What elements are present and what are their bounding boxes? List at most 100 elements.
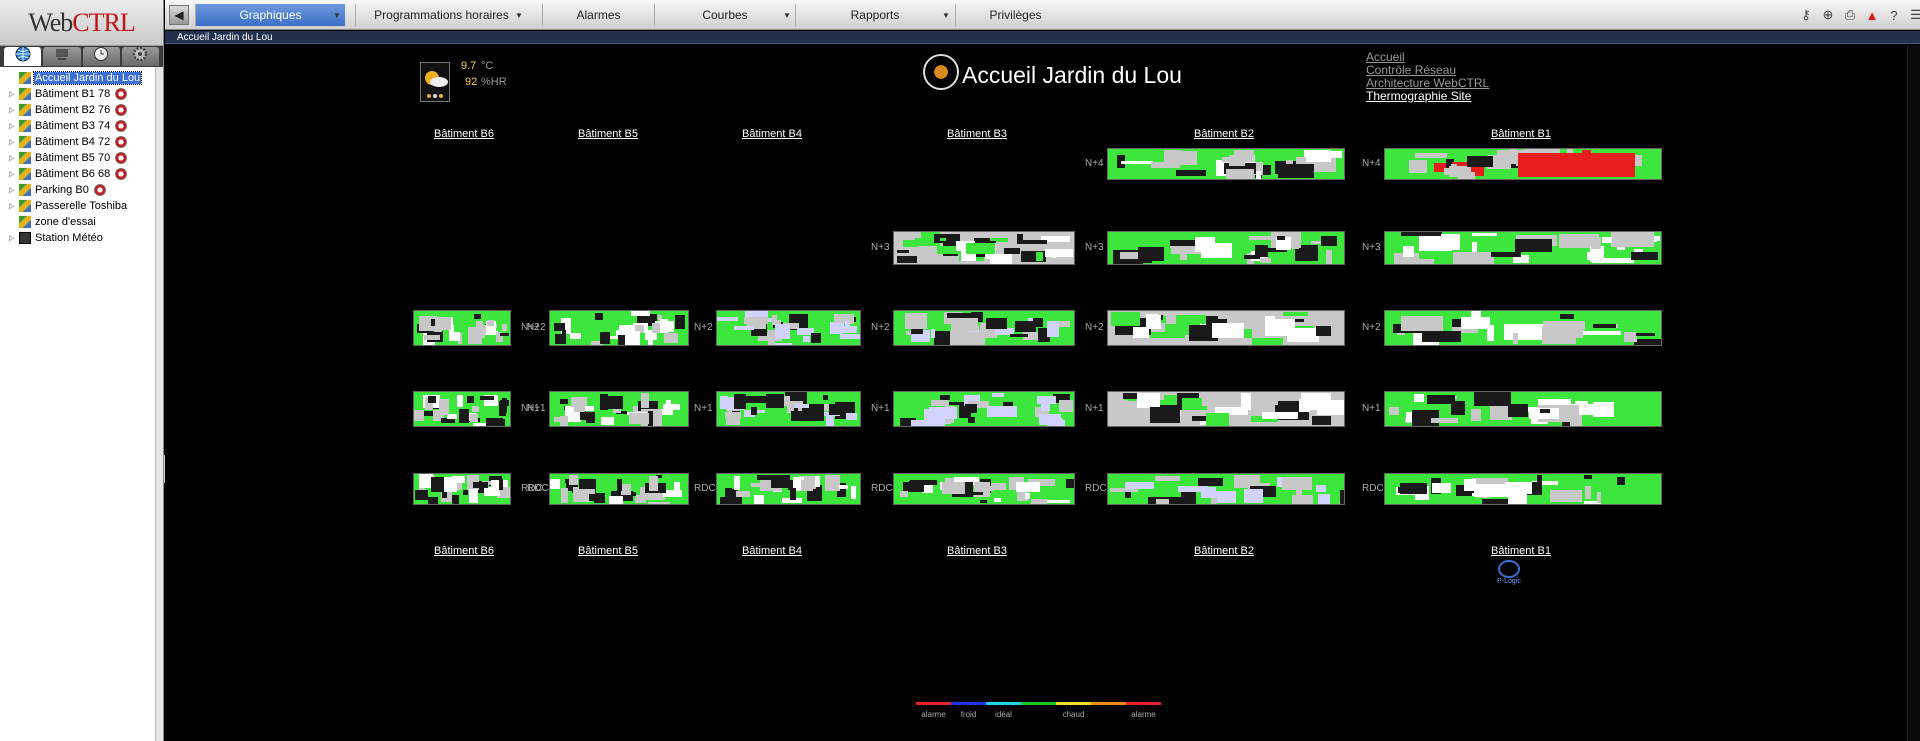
floor-level-label: N+1 bbox=[1362, 403, 1381, 414]
expand-triangle-icon[interactable]: ▷ bbox=[9, 202, 17, 210]
menu-graphiques[interactable]: Graphiques bbox=[195, 4, 345, 26]
link-architecture-webctrl[interactable]: Architecture WebCTRL bbox=[1366, 76, 1489, 90]
tree-node[interactable]: ▷ Parking B0 bbox=[0, 182, 154, 198]
menu-privil-ges[interactable]: Privilèges bbox=[955, 4, 1075, 26]
floor-plan-b1-np2[interactable] bbox=[1384, 310, 1662, 346]
floor-plan-b1-np4[interactable] bbox=[1384, 148, 1662, 180]
building-link-b-timent-b5[interactable]: Bâtiment B5 bbox=[578, 128, 638, 140]
floor-plan-b2-np4[interactable] bbox=[1107, 148, 1345, 180]
settings-wheel-icon[interactable]: ⊕ bbox=[1819, 6, 1837, 24]
menu-icon[interactable]: ☰ bbox=[1907, 6, 1920, 24]
building-link-b-timent-b1[interactable]: Bâtiment B1 bbox=[1491, 545, 1551, 557]
floor-plan-b6-np1[interactable] bbox=[413, 391, 511, 427]
main-scrollbar[interactable] bbox=[1907, 45, 1920, 741]
building-link-b-timent-b4[interactable]: Bâtiment B4 bbox=[742, 128, 802, 140]
menu-programmations-horaires[interactable]: Programmations horaires bbox=[355, 4, 527, 26]
tree-node[interactable]: ▷ Bâtiment B3 74 bbox=[0, 118, 154, 134]
floor-plan-b3-rdc[interactable] bbox=[893, 473, 1075, 505]
floor-level-label: N+3 bbox=[1362, 242, 1381, 253]
floor-plan-b5-np1[interactable] bbox=[549, 391, 689, 427]
building-link-b-timent-b1[interactable]: Bâtiment B1 bbox=[1491, 128, 1551, 140]
tree-node[interactable]: ▷ Station Météo bbox=[0, 230, 154, 246]
site-icon bbox=[19, 72, 31, 84]
vendor-logo: P-Logic bbox=[1496, 560, 1522, 590]
floor-plan-b1-rdc[interactable] bbox=[1384, 473, 1662, 505]
legend-bar-3 bbox=[1021, 702, 1056, 705]
floor-plan-b1-np3[interactable] bbox=[1384, 231, 1662, 265]
geographic-tab[interactable] bbox=[4, 46, 42, 66]
menu-alarmes[interactable]: Alarmes bbox=[542, 4, 654, 26]
building-icon bbox=[19, 136, 31, 148]
network-tab[interactable] bbox=[43, 47, 81, 66]
floor-plan-b2-np1[interactable] bbox=[1107, 391, 1345, 427]
expand-triangle-icon[interactable]: ▷ bbox=[9, 170, 17, 178]
key-icon[interactable]: ⚷ bbox=[1797, 6, 1815, 24]
floor-plan-b3-np1[interactable] bbox=[893, 391, 1075, 427]
expand-triangle-icon[interactable]: ▷ bbox=[9, 186, 17, 194]
tree-node[interactable]: ▷ Bâtiment B6 68 bbox=[0, 166, 154, 182]
floor-plan-b4-np2[interactable] bbox=[716, 310, 861, 346]
building-icon bbox=[19, 104, 31, 116]
tree-node[interactable]: zone d'essai bbox=[0, 214, 154, 230]
legend-label: froid bbox=[960, 710, 977, 719]
floor-plan-b4-rdc[interactable] bbox=[716, 473, 861, 505]
building-link-b-timent-b6[interactable]: Bâtiment B6 bbox=[434, 128, 494, 140]
tree-node[interactable]: ▷ Bâtiment B1 78 bbox=[0, 86, 154, 102]
building-link-b-timent-b6[interactable]: Bâtiment B6 bbox=[434, 545, 494, 557]
chevron-down-icon[interactable]: ▼ bbox=[780, 4, 794, 26]
floor-plan-b2-rdc[interactable] bbox=[1107, 473, 1345, 505]
tree-node-label: Bâtiment B6 68 bbox=[35, 168, 111, 180]
floor-level-label: N+3 bbox=[871, 242, 890, 253]
building-link-b-timent-b3[interactable]: Bâtiment B3 bbox=[947, 545, 1007, 557]
floor-plan-b3-np3[interactable] bbox=[893, 231, 1075, 265]
tree-node[interactable]: ▷ Passerelle Toshiba bbox=[0, 198, 154, 214]
config-tab[interactable] bbox=[121, 46, 159, 66]
expand-triangle-icon[interactable]: ▷ bbox=[9, 122, 17, 130]
floor-plan-b4-np1[interactable] bbox=[716, 391, 861, 427]
help-icon[interactable]: ? bbox=[1885, 6, 1903, 24]
chevron-down-icon[interactable]: ▼ bbox=[512, 4, 526, 26]
weather-icon[interactable] bbox=[420, 62, 450, 102]
schedules-tab[interactable] bbox=[82, 47, 120, 66]
floor-level-label: RDC bbox=[1085, 483, 1107, 494]
floor-plan-b6-rdc[interactable] bbox=[413, 473, 511, 505]
chevron-down-icon[interactable]: ▼ bbox=[330, 4, 344, 26]
print-icon[interactable]: ⎙ bbox=[1841, 6, 1859, 24]
breadcrumb-item[interactable]: Accueil Jardin du Lou bbox=[177, 32, 273, 43]
alarm-icon[interactable]: ▲ bbox=[1863, 6, 1881, 24]
tree-node-label: Parking B0 bbox=[35, 184, 89, 196]
floor-plan-b2-np3[interactable] bbox=[1107, 231, 1345, 265]
link-accueil[interactable]: Accueil bbox=[1366, 50, 1405, 64]
floor-plan-b6-np2[interactable] bbox=[413, 310, 511, 346]
floor-plan-b5-np2[interactable] bbox=[549, 310, 689, 346]
menu-rapports[interactable]: Rapports bbox=[795, 4, 954, 26]
link-thermographie-site[interactable]: Thermographie Site bbox=[1366, 89, 1471, 103]
expand-triangle-icon[interactable]: ▷ bbox=[9, 138, 17, 146]
expand-triangle-icon[interactable]: ▷ bbox=[9, 154, 17, 162]
building-link-b-timent-b5[interactable]: Bâtiment B5 bbox=[578, 545, 638, 557]
expand-triangle-icon[interactable]: ▷ bbox=[9, 90, 17, 98]
floor-level-label: N+4 bbox=[1362, 158, 1381, 169]
tree-node[interactable]: ▷ Bâtiment B4 72 bbox=[0, 134, 154, 150]
floor-plan-b3-np2[interactable] bbox=[893, 310, 1075, 346]
menu-courbes[interactable]: Courbes bbox=[654, 4, 795, 26]
building-link-b-timent-b2[interactable]: Bâtiment B2 bbox=[1194, 545, 1254, 557]
tree-node[interactable]: Accueil Jardin du Lou bbox=[0, 70, 154, 86]
floor-level-label: RDC bbox=[871, 483, 893, 494]
expand-triangle-icon[interactable]: ▷ bbox=[9, 234, 17, 242]
tree-node[interactable]: ▷ Bâtiment B5 70 bbox=[0, 150, 154, 166]
arrow-left-icon[interactable]: ◀ bbox=[169, 5, 189, 25]
tree-scrollbar[interactable] bbox=[155, 67, 163, 741]
link-contr-le-r-seau[interactable]: Contrôle Réseau bbox=[1366, 63, 1456, 77]
floor-plan-b1-np1[interactable] bbox=[1384, 391, 1662, 427]
chevron-down-icon[interactable]: ▼ bbox=[939, 4, 953, 26]
floor-level-label: RDC bbox=[1362, 483, 1384, 494]
tree-node-label: Bâtiment B4 72 bbox=[35, 136, 111, 148]
floor-plan-b2-np2[interactable] bbox=[1107, 310, 1345, 346]
floor-plan-b5-rdc[interactable] bbox=[549, 473, 689, 505]
building-link-b-timent-b2[interactable]: Bâtiment B2 bbox=[1194, 128, 1254, 140]
building-link-b-timent-b3[interactable]: Bâtiment B3 bbox=[947, 128, 1007, 140]
expand-triangle-icon[interactable]: ▷ bbox=[9, 106, 17, 114]
building-link-b-timent-b4[interactable]: Bâtiment B4 bbox=[742, 545, 802, 557]
tree-node[interactable]: ▷ Bâtiment B2 76 bbox=[0, 102, 154, 118]
